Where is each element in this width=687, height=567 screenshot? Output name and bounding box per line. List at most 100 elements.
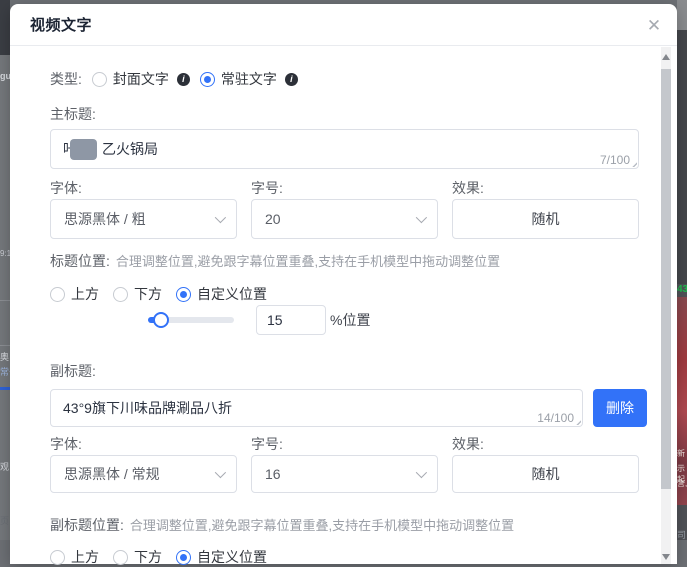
main-title-char-counter: 7/100 bbox=[600, 153, 630, 167]
title-position-slider-row: %位置 bbox=[50, 304, 639, 335]
radio-cover-text-label: 封面文字 bbox=[113, 69, 169, 89]
title-position-label: 标题位置: bbox=[50, 251, 110, 271]
dialog-scrollbar[interactable] bbox=[661, 47, 671, 564]
dialog-header: 视频文字 ✕ bbox=[10, 4, 677, 46]
subtitle-style-controls: 思源黑体 / 常规 16 随机 bbox=[50, 455, 639, 493]
dialog-title: 视频文字 bbox=[30, 14, 92, 35]
radio-position-top[interactable]: 上方 bbox=[50, 284, 99, 304]
radio-off-icon[interactable] bbox=[50, 550, 65, 565]
background-text-fragment: 观 bbox=[0, 460, 9, 473]
effect-label: 效果: bbox=[452, 434, 639, 454]
main-title-input[interactable]: 咔 乙火锅局 7/100 bbox=[50, 129, 639, 169]
subtitle-effect-random-button[interactable]: 随机 bbox=[452, 455, 639, 493]
subtitle-size-select[interactable]: 16 bbox=[251, 455, 438, 493]
radio-top-label: 上方 bbox=[71, 547, 99, 567]
delete-subtitle-button[interactable]: 删除 bbox=[593, 389, 647, 427]
radio-permanent-text-label: 常驻文字 bbox=[221, 69, 277, 89]
video-text-dialog: 视频文字 ✕ 类型: 封面文字 i 常驻文字 i 主标题: 咔 乙火锅局 7/1… bbox=[10, 4, 677, 564]
radio-position-bottom[interactable]: 下方 bbox=[113, 284, 162, 304]
radio-off-icon[interactable] bbox=[92, 72, 107, 87]
main-font-select[interactable]: 思源黑体 / 粗 bbox=[50, 199, 237, 239]
radio-position-custom[interactable]: 自定义位置 bbox=[176, 284, 267, 304]
radio-permanent-text[interactable]: 常驻文字 i bbox=[200, 69, 298, 89]
radio-position-bottom[interactable]: 下方 bbox=[113, 547, 162, 567]
background-block bbox=[677, 0, 687, 30]
radio-position-custom[interactable]: 自定义位置 bbox=[176, 547, 267, 567]
main-style-labels: 字体: 字号: 效果: bbox=[50, 178, 639, 196]
subtitle-position-radio-group: 上方 下方 自定义位置 bbox=[50, 548, 639, 566]
position-slider[interactable] bbox=[148, 317, 234, 323]
main-title-label: 主标题: bbox=[50, 104, 639, 122]
background-accent-line bbox=[0, 387, 10, 390]
radio-off-icon[interactable] bbox=[113, 550, 128, 565]
background-divider bbox=[0, 345, 10, 346]
background-text-fragment: 9:1 bbox=[0, 249, 10, 258]
background-text-fragment: 页 bbox=[0, 514, 9, 527]
font-label: 字体: bbox=[50, 434, 237, 454]
type-radio-group: 类型: 封面文字 i 常驻文字 i bbox=[50, 70, 639, 88]
background-divider bbox=[0, 300, 10, 301]
position-percent-input[interactable] bbox=[256, 305, 326, 335]
radio-on-icon[interactable] bbox=[176, 287, 191, 302]
resize-grip-icon[interactable] bbox=[573, 417, 581, 425]
subtitle-position-hint-row: 副标题位置: 合理调整位置,避免跟字幕位置重叠,支持在手机模型中拖动调整位置 bbox=[50, 515, 639, 532]
subtitle-size-value: 16 bbox=[265, 466, 281, 482]
resize-grip-icon[interactable] bbox=[629, 159, 637, 167]
title-position-hint-row: 标题位置: 合理调整位置,避免跟字幕位置重叠,支持在手机模型中拖动调整位置 bbox=[50, 251, 639, 268]
scroll-up-arrow-icon[interactable] bbox=[662, 54, 670, 60]
scrollbar-thumb[interactable] bbox=[661, 69, 671, 489]
radio-bottom-label: 下方 bbox=[134, 547, 162, 567]
main-size-select[interactable]: 20 bbox=[251, 199, 438, 239]
subtitle-font-select[interactable]: 思源黑体 / 常规 bbox=[50, 455, 237, 493]
radio-off-icon[interactable] bbox=[50, 287, 65, 302]
subtitle-font-value: 思源黑体 / 常规 bbox=[64, 464, 160, 484]
chevron-down-icon bbox=[215, 467, 226, 478]
radio-bottom-label: 下方 bbox=[134, 284, 162, 304]
subtitle-value: 43°9旗下川味品牌涮品八折 bbox=[63, 398, 232, 418]
background-text-fragment: 常去 bbox=[0, 365, 10, 378]
size-label: 字号: bbox=[251, 434, 438, 454]
background-text-fragment: 奥 bbox=[0, 350, 9, 363]
subtitle-style-labels: 字体: 字号: 效果: bbox=[50, 434, 639, 452]
background-text-fragment: 司 bbox=[677, 528, 686, 540]
radio-on-icon[interactable] bbox=[176, 550, 191, 565]
title-position-hint: 合理调整位置,避免跟字幕位置重叠,支持在手机模型中拖动调整位置 bbox=[116, 251, 500, 270]
radio-cover-text[interactable]: 封面文字 i bbox=[92, 69, 190, 89]
font-label: 字体: bbox=[50, 178, 237, 198]
subtitle-row: 43°9旗下川味品牌涮品八折 14/100 删除 bbox=[50, 389, 639, 427]
radio-custom-label: 自定义位置 bbox=[197, 284, 267, 304]
info-icon[interactable]: i bbox=[285, 73, 298, 86]
main-effect-random-button[interactable]: 随机 bbox=[452, 199, 639, 239]
slider-handle[interactable] bbox=[153, 312, 169, 328]
subtitle-position-label: 副标题位置: bbox=[50, 515, 124, 535]
radio-on-icon[interactable] bbox=[200, 72, 215, 87]
background-page-right: 43 新 示起 言, 司 bbox=[677, 0, 687, 540]
type-label: 类型: bbox=[50, 69, 82, 89]
background-text-fragment: 新 bbox=[677, 448, 685, 459]
chevron-down-icon bbox=[215, 212, 226, 223]
main-title-masked-char: 咔 bbox=[63, 139, 70, 159]
redaction-block bbox=[70, 139, 97, 160]
background-page-left: gu 9:1 奥 常去 观 页 bbox=[0, 0, 10, 540]
chevron-down-icon bbox=[416, 467, 427, 478]
subtitle-char-counter: 14/100 bbox=[537, 411, 574, 425]
main-title-value: 乙火锅局 bbox=[102, 139, 158, 159]
scroll-down-arrow-icon[interactable] bbox=[662, 554, 670, 560]
radio-custom-label: 自定义位置 bbox=[197, 547, 267, 567]
background-block bbox=[677, 30, 687, 284]
subtitle-position-hint: 合理调整位置,避免跟字幕位置重叠,支持在手机模型中拖动调整位置 bbox=[130, 515, 514, 534]
size-label: 字号: bbox=[251, 178, 438, 198]
dialog-body: 类型: 封面文字 i 常驻文字 i 主标题: 咔 乙火锅局 7/100 字体: … bbox=[10, 70, 677, 566]
title-position-radio-group: 上方 下方 自定义位置 bbox=[50, 285, 639, 303]
main-font-value: 思源黑体 / 粗 bbox=[64, 209, 146, 229]
close-icon[interactable]: ✕ bbox=[643, 14, 665, 36]
background-block bbox=[0, 0, 10, 55]
effect-label: 效果: bbox=[452, 178, 639, 198]
info-icon[interactable]: i bbox=[177, 73, 190, 86]
radio-off-icon[interactable] bbox=[113, 287, 128, 302]
background-text-fragment: 言, bbox=[677, 478, 687, 489]
chevron-down-icon bbox=[416, 212, 427, 223]
subtitle-label: 副标题: bbox=[50, 361, 639, 379]
radio-position-top[interactable]: 上方 bbox=[50, 547, 99, 567]
subtitle-input[interactable]: 43°9旗下川味品牌涮品八折 14/100 bbox=[50, 389, 583, 427]
